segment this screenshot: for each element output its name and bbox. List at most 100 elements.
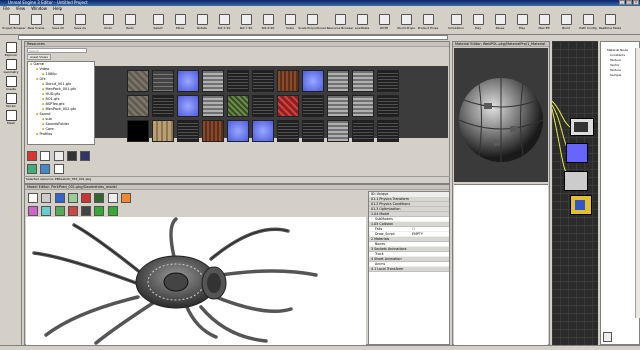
anim-filter-icon[interactable] — [66, 151, 77, 161]
property-value[interactable] — [412, 252, 449, 256]
lit-icon[interactable] — [67, 193, 78, 203]
texture-thumbnail[interactable] — [302, 70, 324, 92]
texture-thumbnail[interactable] — [277, 95, 299, 117]
grid-icon[interactable] — [94, 193, 105, 203]
texture-thumbnail[interactable] — [202, 95, 224, 117]
model-viewport[interactable] — [26, 217, 366, 345]
settings-icon[interactable] — [107, 193, 118, 203]
toolbar-button-rotate[interactable]: Rotate — [191, 12, 213, 34]
collision-icon[interactable] — [67, 206, 78, 216]
toolbar-button-wote[interactable]: WoTE — [373, 12, 395, 34]
texture-thumbnail[interactable] — [352, 70, 374, 92]
node-grayscale[interactable] — [564, 171, 588, 191]
texture-thumbnail[interactable] — [277, 70, 299, 92]
property-value[interactable]: EMPTY — [412, 232, 449, 236]
anim-icon[interactable] — [81, 206, 92, 216]
mesh-icon[interactable] — [54, 206, 65, 216]
material-preview[interactable] — [454, 48, 548, 182]
doc-filter-icon[interactable] — [40, 151, 51, 161]
material-filter-icon[interactable] — [40, 164, 51, 174]
toolbar-button-scale-proportional[interactable]: Scale Proportional — [298, 12, 326, 34]
node-normal-map[interactable] — [566, 143, 588, 163]
texture-thumbnail[interactable] — [302, 95, 324, 117]
texture-thumbnail[interactable] — [227, 95, 249, 117]
toolbar-button-play[interactable]: Play — [467, 12, 489, 34]
toolbar-button-pause[interactable]: Pause — [489, 12, 511, 34]
left-tool-geometry[interactable]: Geometry — [2, 59, 20, 74]
texture-thumbnail[interactable] — [202, 70, 224, 92]
bounds-icon[interactable] — [81, 193, 92, 203]
sphere-icon[interactable] — [28, 206, 38, 216]
toolbar-button-rot-z-90[interactable]: Rot Z 90 — [257, 12, 279, 34]
minimize-button[interactable]: _ — [619, 0, 625, 5]
tree-item[interactable]: ▪ Profiles — [28, 132, 94, 137]
texture-thumbnail[interactable] — [377, 70, 399, 92]
texture-thumbnail[interactable] — [177, 120, 199, 142]
texture-thumbnail[interactable] — [252, 70, 274, 92]
wire-icon[interactable] — [41, 193, 52, 203]
texture-thumbnail[interactable] — [327, 70, 349, 92]
toolbar-button-resource-browser[interactable]: Resource Browser — [327, 12, 353, 34]
trash-icon[interactable] — [603, 332, 612, 342]
texture-thumbnail[interactable] — [277, 120, 299, 142]
texture-thumbnail[interactable] — [227, 120, 249, 142]
command-input[interactable] — [18, 35, 448, 40]
texture-thumbnail[interactable] — [377, 120, 399, 142]
property-value[interactable] — [412, 217, 449, 221]
sound-filter-icon[interactable] — [53, 164, 64, 174]
resources-search-input[interactable]: Search — [27, 48, 87, 53]
left-tool-explorer[interactable]: Explorer — [2, 42, 20, 57]
property-value[interactable] — [412, 242, 449, 246]
toolbar-button-build[interactable]: Build — [555, 12, 577, 34]
node-texture-sample[interactable] — [570, 118, 594, 136]
texture-thumbnail[interactable] — [177, 95, 199, 117]
texture-thumbnail[interactable] — [252, 95, 274, 117]
left-tool-mesh[interactable]: Mesh — [2, 110, 20, 125]
texture-thumbnail[interactable] — [127, 95, 149, 117]
texture-thumbnail[interactable] — [152, 95, 174, 117]
property-category[interactable]: 4.1 Local Transform — [369, 267, 449, 272]
view-icon[interactable] — [28, 193, 38, 203]
mesh-filter-icon[interactable] — [27, 164, 37, 174]
texture-thumbnail[interactable] — [327, 120, 349, 142]
texture-thumbnail[interactable] — [152, 70, 174, 92]
property-value[interactable] — [412, 262, 449, 266]
toolbar-button-save-as[interactable]: Save As — [69, 12, 91, 34]
texture-thumbnail[interactable] — [152, 120, 174, 142]
plane-icon[interactable] — [41, 206, 52, 216]
scene-tree-item[interactable]: Sample — [607, 73, 635, 78]
texture-thumbnail[interactable] — [352, 120, 374, 142]
toolbar-button-undo[interactable]: Undo — [97, 12, 119, 34]
axis-icon[interactable] — [54, 193, 65, 203]
texture-thumbnail[interactable] — [127, 120, 149, 142]
toolbar-button-scale[interactable]: Scale — [279, 12, 301, 34]
property-value[interactable]: ☐ — [412, 227, 449, 231]
maximize-button[interactable]: □ — [626, 0, 632, 5]
toolbar-button-move[interactable]: Move — [169, 12, 191, 34]
light-filter-icon[interactable] — [53, 151, 64, 161]
texture-thumbnail[interactable] — [202, 120, 224, 142]
left-tool-terrain[interactable]: Terrain — [2, 93, 20, 108]
texture-thumbnail[interactable] — [302, 120, 324, 142]
tab-asset-views[interactable]: Asset Views — [27, 54, 51, 60]
prev-icon[interactable] — [94, 206, 105, 216]
next-icon[interactable] — [107, 206, 118, 216]
toolbar-button-rot-x-90[interactable]: Rot X 90 — [213, 12, 235, 34]
shader-filter-icon[interactable] — [80, 151, 91, 161]
light-icon[interactable] — [120, 193, 131, 203]
toolbar-button-rot-y-90[interactable]: Rot Y 90 — [235, 12, 257, 34]
toolbar-button-select[interactable]: Select — [147, 12, 169, 34]
material-node-graph[interactable] — [551, 41, 598, 345]
scene-tree-scrollbar[interactable] — [635, 48, 640, 318]
texture-thumbnail[interactable] — [352, 95, 374, 117]
texture-thumbnail[interactable] — [377, 95, 399, 117]
toolbar-button-product-props[interactable]: Product Props — [417, 12, 439, 34]
red-filter-icon[interactable] — [27, 151, 37, 161]
texture-thumbnail[interactable] — [252, 120, 274, 142]
toolbar-button-world-props[interactable]: World Props — [395, 12, 417, 34]
toolbar-button-play[interactable]: Play — [511, 12, 533, 34]
texture-thumbnail[interactable] — [127, 70, 149, 92]
texture-thumbnail[interactable] — [327, 95, 349, 117]
close-button[interactable]: × — [633, 0, 639, 5]
texture-thumbnail[interactable] — [227, 70, 249, 92]
